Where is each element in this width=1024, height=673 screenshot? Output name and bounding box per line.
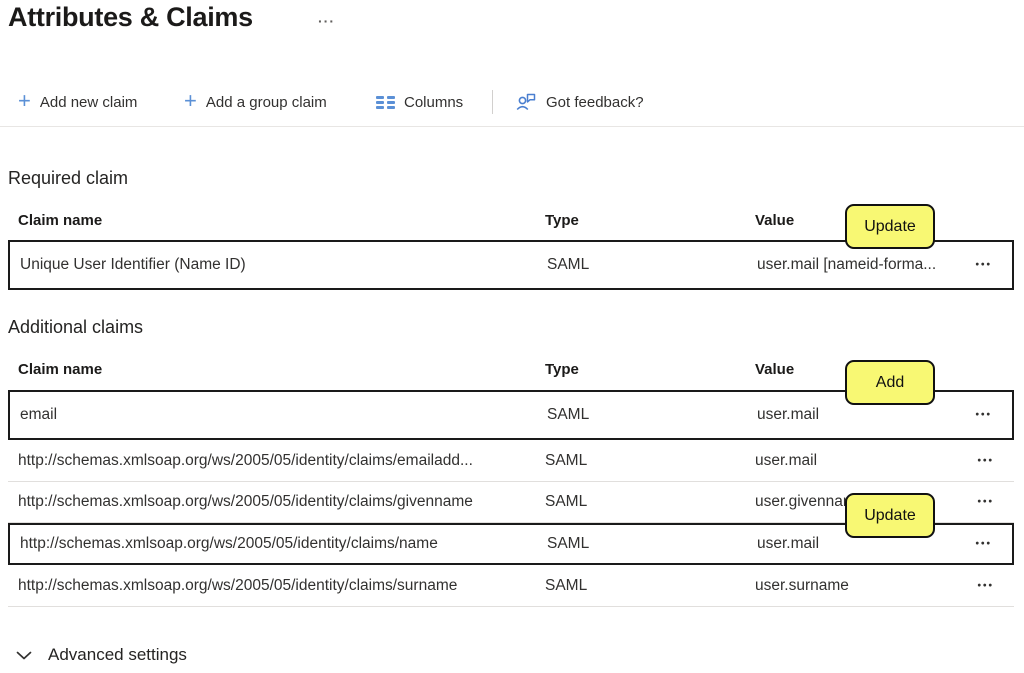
column-header-claim-name: Claim name: [18, 361, 102, 378]
annotation-callout-add: Add: [845, 360, 935, 405]
plus-icon: +: [18, 91, 31, 111]
claim-name-cell: http://schemas.xmlsoap.org/ws/2005/05/id…: [18, 577, 457, 595]
column-header-type: Type: [545, 361, 579, 378]
plus-icon: +: [184, 91, 197, 111]
row-more-menu-icon[interactable]: •••: [971, 408, 996, 423]
toolbar-divider-line: [0, 126, 1024, 127]
row-more-menu-icon[interactable]: •••: [971, 537, 996, 552]
claim-name-cell: Unique User Identifier (Name ID): [20, 256, 246, 274]
claim-type-cell: SAML: [545, 493, 587, 511]
feedback-icon: [515, 91, 537, 113]
attributes-claims-page: Attributes & Claims ··· + Add new claim …: [0, 0, 1024, 673]
column-header-value: Value: [755, 361, 794, 378]
row-more-menu-icon[interactable]: •••: [971, 258, 996, 273]
claim-name-cell: http://schemas.xmlsoap.org/ws/2005/05/id…: [18, 493, 473, 511]
row-more-menu-icon[interactable]: •••: [973, 454, 998, 469]
columns-label: Columns: [404, 94, 463, 111]
column-header-type: Type: [545, 212, 579, 229]
page-title: Attributes & Claims: [8, 2, 253, 33]
claim-type-cell: SAML: [547, 535, 589, 553]
column-header-value: Value: [755, 212, 794, 229]
column-header-claim-name: Claim name: [18, 212, 102, 229]
got-feedback-label: Got feedback?: [546, 94, 644, 111]
columns-button[interactable]: Columns: [372, 86, 467, 118]
claim-value-cell: user.mail: [755, 452, 817, 470]
claim-value-cell: user.mail [nameid-forma...: [757, 256, 936, 274]
advanced-settings-label: Advanced settings: [48, 645, 187, 665]
additional-claims-heading: Additional claims: [8, 317, 143, 338]
claim-value-cell: user.mail: [757, 406, 819, 424]
claim-name-cell: http://schemas.xmlsoap.org/ws/2005/05/id…: [18, 452, 473, 470]
add-group-claim-button[interactable]: + Add a group claim: [180, 86, 331, 118]
claim-value-cell: user.surname: [755, 577, 849, 595]
advanced-settings-toggle[interactable]: Advanced settings: [16, 640, 187, 670]
additional-claim-row-emailaddress[interactable]: http://schemas.xmlsoap.org/ws/2005/05/id…: [8, 441, 1014, 482]
add-group-claim-label: Add a group claim: [206, 94, 327, 111]
annotation-callout-update-2: Update: [845, 493, 935, 538]
claim-type-cell: SAML: [547, 406, 589, 424]
got-feedback-button[interactable]: Got feedback?: [511, 86, 648, 118]
row-more-menu-icon[interactable]: •••: [973, 495, 998, 510]
claim-value-cell: user.mail: [757, 535, 819, 553]
add-new-claim-button[interactable]: + Add new claim: [14, 86, 141, 118]
claim-type-cell: SAML: [545, 577, 587, 595]
required-claim-heading: Required claim: [8, 168, 128, 189]
claim-name-cell: email: [20, 406, 57, 424]
add-new-claim-label: Add new claim: [40, 94, 138, 111]
toolbar-divider: [492, 90, 493, 114]
title-more-menu-icon[interactable]: ···: [316, 11, 337, 31]
row-more-menu-icon[interactable]: •••: [973, 579, 998, 594]
claim-type-cell: SAML: [547, 256, 589, 274]
claim-name-cell: http://schemas.xmlsoap.org/ws/2005/05/id…: [20, 535, 438, 553]
annotation-callout-update-1: Update: [845, 204, 935, 249]
claim-type-cell: SAML: [545, 452, 587, 470]
chevron-down-icon: [16, 651, 32, 660]
additional-claim-row-surname[interactable]: http://schemas.xmlsoap.org/ws/2005/05/id…: [8, 566, 1014, 607]
columns-icon: [376, 96, 395, 109]
